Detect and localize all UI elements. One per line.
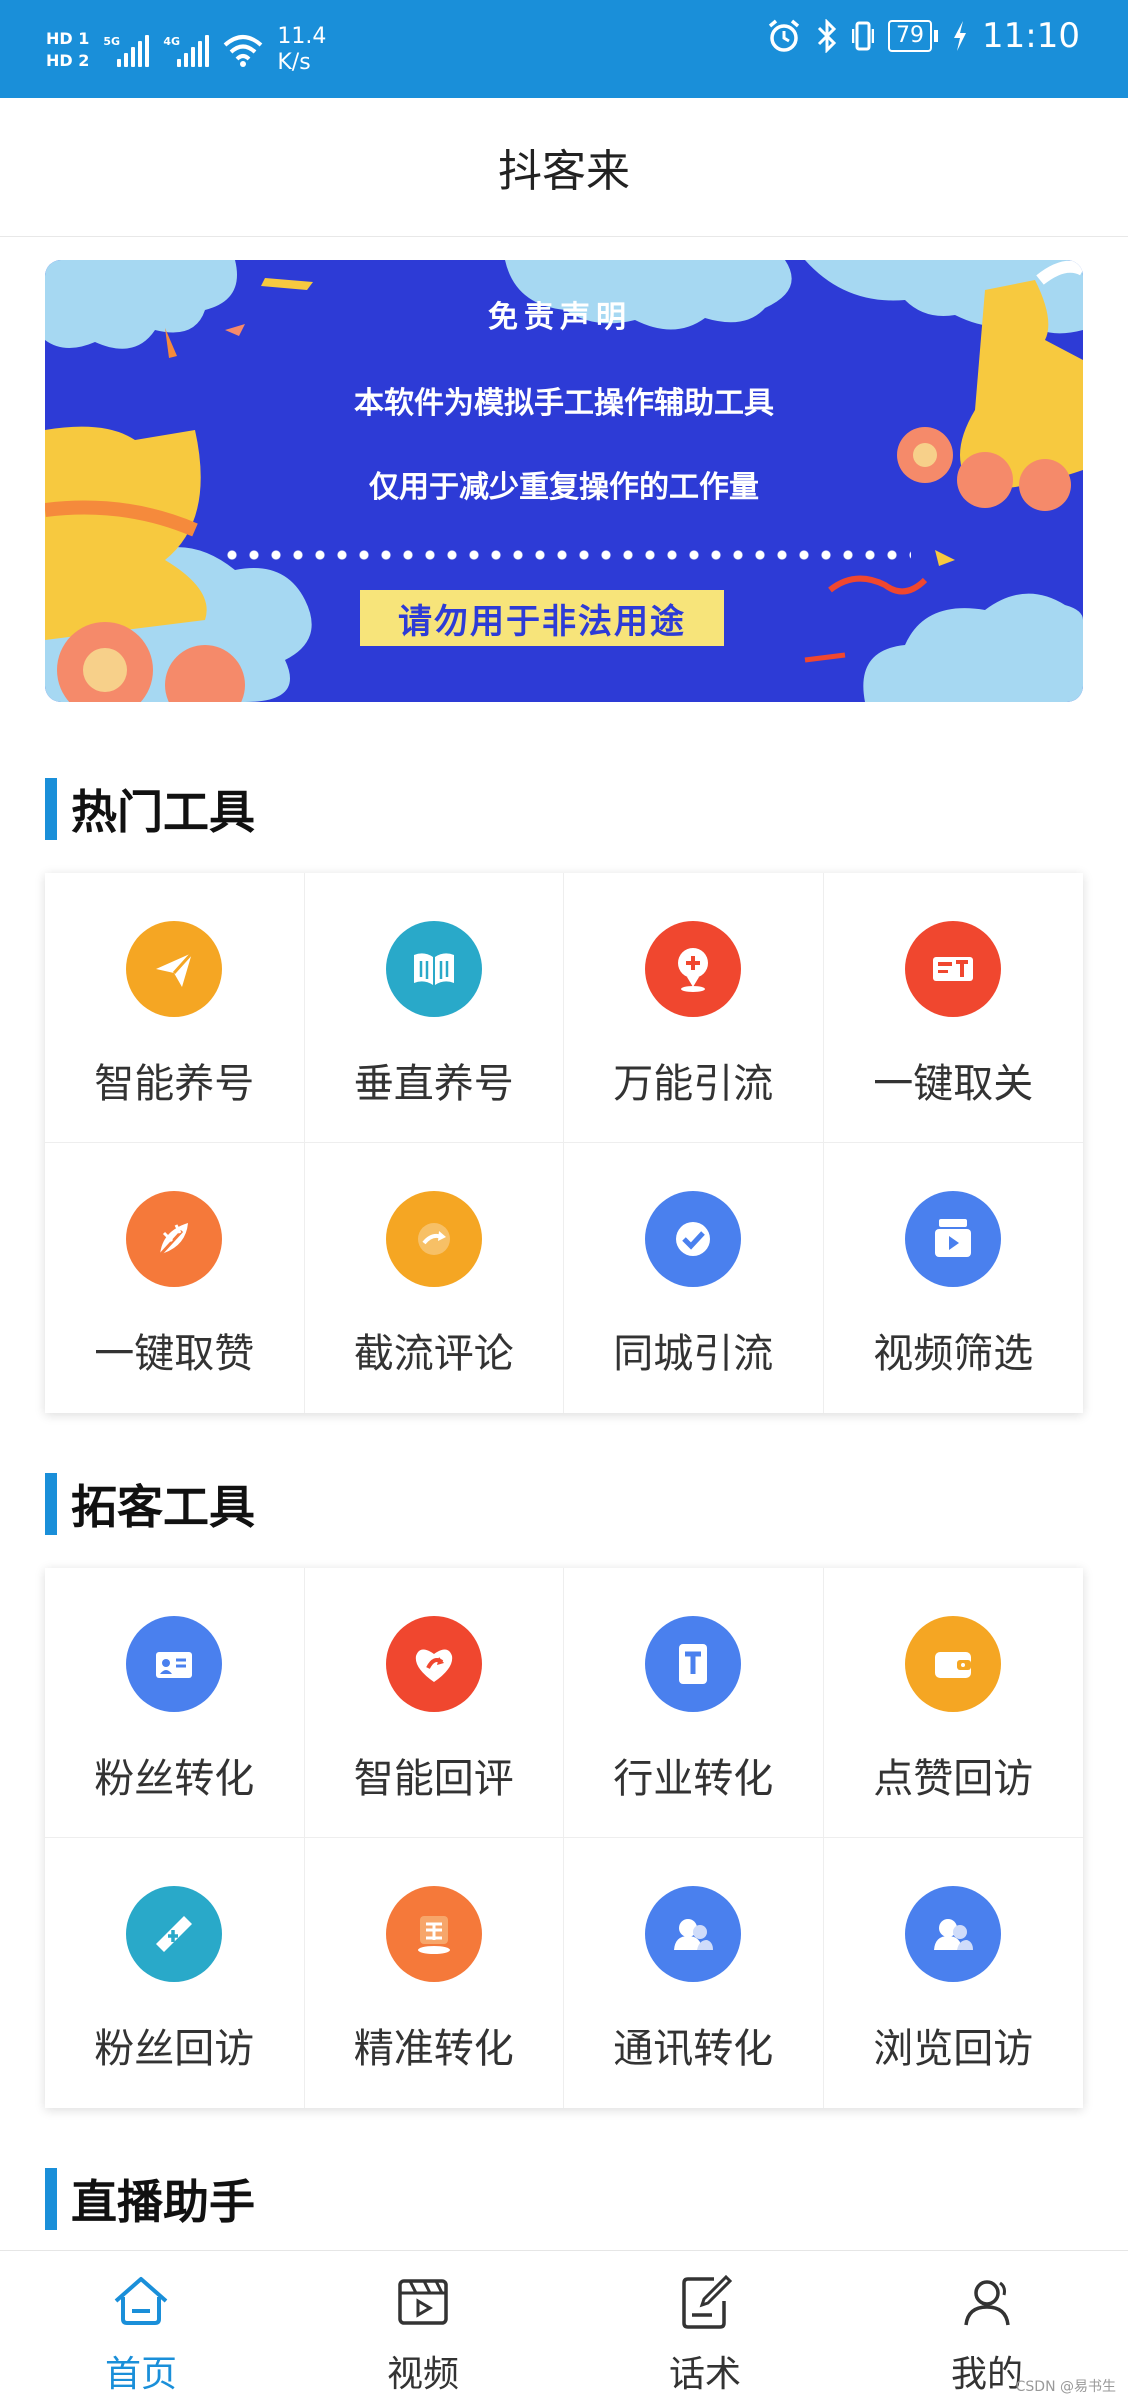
paper-plane-icon bbox=[126, 921, 223, 1017]
section-heading-live: 直播助手 bbox=[45, 2168, 255, 2230]
stamp-icon bbox=[126, 1886, 223, 1982]
hot-tools-grid: 智能养号 垂直养号 万能引流 一键取关 一键取赞 截流评论 同城引流 视频筛选 bbox=[45, 873, 1083, 1413]
user-icon bbox=[964, 2280, 1010, 2326]
banner-warning: 请勿用于非法用途 bbox=[360, 590, 724, 646]
tool-universal-traffic[interactable]: 万能引流 bbox=[564, 873, 824, 1143]
users-icon bbox=[645, 1886, 742, 1982]
dotted-divider bbox=[221, 550, 911, 560]
tool-fan-revisit[interactable]: 粉丝回访 bbox=[45, 1838, 305, 2108]
section-heading-hot: 热门工具 bbox=[45, 778, 255, 840]
tool-like-revisit[interactable]: 点赞回访 bbox=[823, 1568, 1083, 1838]
expand-tools-grid: 粉丝转化 智能回评 行业转化 点赞回访 粉丝回访 精准转化 通讯转化 浏览回访 bbox=[45, 1568, 1083, 2108]
tool-intercept-comment[interactable]: 截流评论 bbox=[305, 1143, 564, 1413]
charging-icon bbox=[954, 21, 967, 51]
nav-video[interactable]: 视频 bbox=[282, 2251, 564, 2401]
tablet-t-icon bbox=[645, 1616, 742, 1712]
tool-browse-revisit[interactable]: 浏览回访 bbox=[824, 1838, 1084, 2108]
wallet-icon bbox=[905, 1616, 1002, 1712]
wifi-icon bbox=[224, 35, 263, 67]
tool-smart-account[interactable]: 智能养号 bbox=[45, 873, 305, 1143]
nav-scripts[interactable]: 话术 bbox=[564, 2251, 846, 2401]
tool-contact-conversion[interactable]: 通讯转化 bbox=[564, 1838, 824, 2108]
card-icon bbox=[126, 1616, 223, 1712]
bluetooth-icon bbox=[817, 19, 837, 53]
book-icon bbox=[385, 921, 482, 1017]
comment-arrow-icon bbox=[385, 1191, 482, 1287]
section-heading-expand: 拓客工具 bbox=[45, 1473, 255, 1535]
location-plus-icon bbox=[645, 921, 742, 1017]
status-bar: HD 1 HD 2 5G 4G 11.4 K/s 79 11:10 bbox=[0, 0, 1128, 98]
sim-indicator: HD 1 HD 2 bbox=[46, 29, 90, 70]
section-accent-bar bbox=[45, 1473, 57, 1535]
clock: 11:10 bbox=[982, 16, 1080, 56]
network-speed: 11.4 K/s bbox=[277, 24, 327, 75]
heart-icon bbox=[385, 1616, 482, 1712]
tool-unfollow[interactable]: 一键取关 bbox=[823, 873, 1083, 1143]
check-circle-icon bbox=[645, 1191, 742, 1287]
tool-local-traffic[interactable]: 同城引流 bbox=[564, 1143, 824, 1413]
vibrate-icon bbox=[852, 21, 875, 51]
battery-icon: 79 bbox=[888, 20, 939, 52]
bottom-nav: 首页 视频 话术 我的 bbox=[0, 2250, 1128, 2401]
users-icon bbox=[905, 1886, 1002, 1982]
watermark: CSDN @易书生 bbox=[1015, 2379, 1116, 2395]
tool-video-filter[interactable]: 视频筛选 bbox=[824, 1143, 1084, 1413]
app-header: 抖客来 bbox=[0, 98, 1128, 237]
tool-smart-reply[interactable]: 智能回评 bbox=[304, 1568, 564, 1838]
tool-vertical-account[interactable]: 垂直养号 bbox=[304, 873, 564, 1143]
alarm-icon bbox=[768, 19, 800, 52]
home-icon bbox=[114, 2277, 168, 2325]
banner-line-1: 本软件为模拟手工操作辅助工具 bbox=[354, 386, 774, 421]
section-accent-bar bbox=[45, 778, 57, 840]
signal-5g-icon: 5G bbox=[103, 33, 150, 67]
page-title: 抖客来 bbox=[498, 146, 630, 197]
feather-icon bbox=[126, 1191, 223, 1287]
disclaimer-banner[interactable]: 免责声明 本软件为模拟手工操作辅助工具 仅用于减少重复操作的工作量 请勿用于非法… bbox=[45, 260, 1083, 702]
banner-title: 免责声明 bbox=[488, 300, 632, 335]
signal-4g-icon: 4G bbox=[163, 33, 210, 67]
edit-icon bbox=[682, 2274, 733, 2329]
video-play-icon bbox=[905, 1191, 1002, 1287]
ticket-icon bbox=[905, 921, 1002, 1017]
tool-industry-conversion[interactable]: 行业转化 bbox=[564, 1568, 824, 1838]
section-accent-bar bbox=[45, 2168, 57, 2230]
score-badge-icon bbox=[385, 1886, 482, 1982]
banner-line-2: 仅用于减少重复操作的工作量 bbox=[369, 470, 759, 505]
tool-fan-conversion[interactable]: 粉丝转化 bbox=[45, 1568, 305, 1838]
tool-unlike[interactable]: 一键取赞 bbox=[45, 1143, 305, 1413]
video-icon bbox=[398, 2279, 448, 2325]
tool-precise-conversion[interactable]: 精准转化 bbox=[305, 1838, 564, 2108]
nav-home[interactable]: 首页 bbox=[0, 2251, 282, 2401]
